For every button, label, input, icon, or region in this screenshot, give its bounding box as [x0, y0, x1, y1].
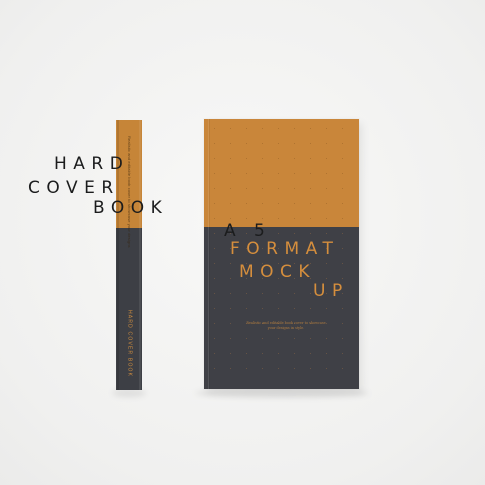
spine-right-edge	[139, 120, 141, 390]
spine-shadow	[112, 389, 146, 397]
title-line-cover: COVER	[28, 178, 120, 198]
cover-blurb: Realistic and editable book cover to sho…	[246, 321, 326, 330]
book-front-cover	[204, 119, 359, 389]
cover-charcoal-panel	[204, 227, 359, 389]
cover-orange-panel	[204, 119, 359, 227]
cover-shadow	[195, 388, 369, 398]
spine-blurb: Realistic and editable book cover to sho…	[127, 136, 132, 248]
book-spine: Realistic and editable book cover to sho…	[116, 120, 142, 390]
spine-left-edge	[117, 120, 119, 390]
book-mockup-scene: Realistic and editable book cover to sho…	[0, 0, 485, 485]
spine-title: HARD COVER BOOK	[126, 310, 133, 378]
cover-hinge-line	[208, 119, 209, 389]
